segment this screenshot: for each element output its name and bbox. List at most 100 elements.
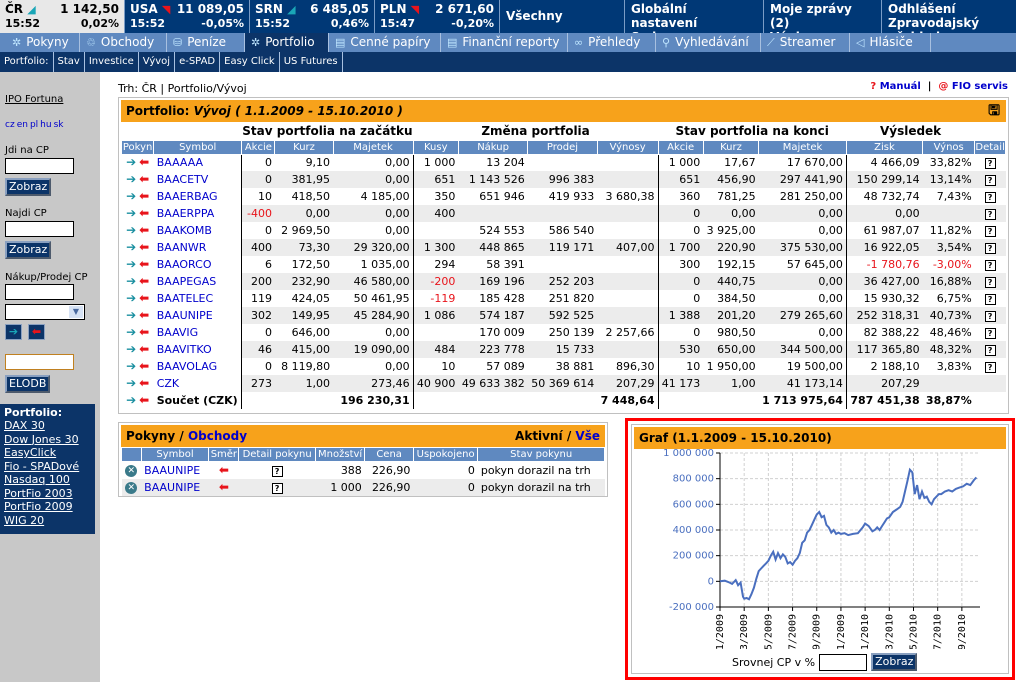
sell-icon[interactable]: ⬅: [138, 190, 151, 202]
sell-button[interactable]: ⬅: [28, 324, 45, 340]
symbol-link[interactable]: BAAUNIPE: [144, 464, 200, 477]
ticker-srn[interactable]: SRN ◢ 6 485,05 15:52 0,46%: [250, 0, 375, 33]
buy-icon[interactable]: ➔: [125, 190, 138, 202]
detail-icon[interactable]: ?: [984, 294, 996, 305]
find-show-button[interactable]: Zobraz: [5, 241, 52, 259]
symbol-link[interactable]: BAANWR: [157, 241, 207, 254]
symbol-link[interactable]: BAATELEC: [157, 292, 213, 305]
export-icon[interactable]: 🖫: [988, 100, 1000, 122]
nav-tab-prehledy[interactable]: ∞ Přehledy: [568, 33, 656, 52]
symbol-link[interactable]: BAAORCO: [157, 258, 212, 271]
lang-pl[interactable]: pl: [30, 120, 38, 130]
symbol-link[interactable]: BAAVIG: [157, 326, 199, 339]
sell-icon[interactable]: ⬅: [138, 258, 151, 270]
trades-link[interactable]: Obchody: [188, 429, 247, 443]
lang-hu[interactable]: hu: [40, 120, 51, 130]
nav-tab-hlasice[interactable]: ◁ Hlásiče: [850, 33, 931, 52]
detail-icon[interactable]: ?: [984, 243, 996, 254]
sell-icon[interactable]: ⬅: [138, 394, 151, 406]
detail-icon[interactable]: ?: [984, 158, 996, 170]
symbol-link[interactable]: BAAVITKO: [157, 343, 212, 356]
sub-tab-stav[interactable]: Stav: [54, 52, 85, 72]
sell-icon[interactable]: ⬅: [138, 173, 151, 185]
nav-tab-penize[interactable]: ⛁ Peníze: [167, 33, 245, 52]
symbol-link[interactable]: BAAUNIPE: [157, 309, 213, 322]
nav-tab-streamer[interactable]: ⟋ Streamer: [761, 33, 850, 52]
symbol-link[interactable]: BAAUNIPE: [144, 481, 200, 494]
cancel-order-icon[interactable]: ✕: [125, 482, 138, 494]
buy-icon[interactable]: ➔: [125, 309, 138, 321]
detail-icon[interactable]: ?: [984, 362, 996, 373]
sell-icon[interactable]: ⬅: [138, 292, 151, 304]
buy-button[interactable]: ➔: [5, 324, 22, 340]
nav-tab-financni-reporty[interactable]: ▤ Finanční reporty: [441, 33, 568, 52]
manual-link[interactable]: Manuál: [880, 81, 921, 92]
portfolio-link[interactable]: Nasdaq 100: [4, 473, 91, 487]
sell-icon[interactable]: ⬅: [138, 343, 151, 355]
goto-input[interactable]: [5, 158, 74, 174]
detail-icon[interactable]: ?: [984, 192, 996, 203]
sub-tab-easy-click[interactable]: Easy Click: [220, 52, 280, 72]
sell-icon[interactable]: ⬅: [138, 326, 151, 338]
buy-icon[interactable]: ➔: [125, 241, 138, 253]
nav-tab-pokyny[interactable]: ✲ Pokyny: [0, 33, 80, 52]
compare-show-button[interactable]: Zobraz: [871, 653, 918, 671]
detail-icon[interactable]: ?: [984, 209, 996, 220]
active-filter[interactable]: Aktivní: [515, 429, 563, 443]
symbol-link[interactable]: BAAERPPA: [157, 207, 215, 220]
portfolio-link[interactable]: WIG 20: [4, 514, 91, 528]
sub-tab-vyvoj[interactable]: Vývoj: [139, 52, 176, 72]
detail-icon[interactable]: ?: [271, 465, 283, 477]
buy-icon[interactable]: ➔: [125, 377, 138, 389]
symbol-link[interactable]: BAAERBAG: [157, 190, 218, 203]
all-filter-link[interactable]: Vše: [575, 429, 600, 443]
menu-global-settings[interactable]: Globální nastavení: [631, 2, 757, 30]
buy-icon[interactable]: ➔: [125, 224, 138, 236]
portfolio-link[interactable]: EasyClick: [4, 446, 91, 460]
buy-icon[interactable]: ➔: [125, 207, 138, 219]
detail-icon[interactable]: ?: [271, 482, 283, 494]
sell-icon[interactable]: ⬅: [138, 241, 151, 253]
lang-en[interactable]: en: [17, 120, 28, 130]
goto-show-button[interactable]: Zobraz: [5, 178, 52, 196]
nav-tab-cenne-papiry[interactable]: ▤ Cenné papíry: [329, 33, 441, 52]
trade-select[interactable]: ▼: [5, 304, 85, 320]
buy-icon[interactable]: ➔: [125, 326, 138, 338]
ipo-fortuna-link[interactable]: IPO Fortuna: [5, 94, 63, 105]
sell-icon[interactable]: ⬅: [138, 156, 151, 168]
sell-icon[interactable]: ⬅: [138, 377, 151, 389]
lang-sk[interactable]: sk: [54, 120, 64, 130]
elodb-button[interactable]: ELODB: [5, 375, 51, 393]
find-input[interactable]: [5, 221, 74, 237]
symbol-link[interactable]: BAAKOMB: [157, 224, 212, 237]
buy-icon[interactable]: ➔: [125, 258, 138, 270]
fio-service-link[interactable]: FIO servis: [952, 81, 1008, 92]
detail-icon[interactable]: ?: [984, 328, 996, 339]
portfolio-link[interactable]: DAX 30: [4, 419, 91, 433]
compare-input[interactable]: [819, 653, 868, 671]
sell-icon[interactable]: ⬅: [138, 360, 151, 372]
symbol-link[interactable]: BAACETV: [157, 173, 209, 186]
nav-tab-portfolio[interactable]: ✲ Portfolio: [245, 33, 329, 52]
menu-logout[interactable]: Odhlášení: [888, 2, 1010, 16]
menu-all[interactable]: Všechny: [500, 0, 625, 33]
sell-icon[interactable]: ⬅: [138, 224, 151, 236]
sub-tab-espad[interactable]: e-SPAD: [175, 52, 221, 72]
detail-icon[interactable]: ?: [984, 277, 996, 288]
detail-icon[interactable]: ?: [984, 260, 996, 271]
buy-icon[interactable]: ➔: [125, 156, 138, 168]
sub-tab-us-futures[interactable]: US Futures: [280, 52, 343, 72]
elodb-input[interactable]: [5, 354, 74, 370]
detail-icon[interactable]: ?: [984, 175, 996, 186]
detail-icon[interactable]: ?: [984, 345, 996, 356]
nav-tab-vyhledavani[interactable]: ⚲ Vyhledávání: [656, 33, 761, 52]
portfolio-link[interactable]: PortFio 2009: [4, 500, 91, 514]
nav-tab-obchody[interactable]: ♲ Obchody: [80, 33, 167, 52]
buy-icon[interactable]: ➔: [125, 292, 138, 304]
buy-icon[interactable]: ➔: [125, 360, 138, 372]
cancel-order-icon[interactable]: ✕: [125, 465, 138, 478]
detail-icon[interactable]: ?: [984, 226, 996, 237]
sell-icon[interactable]: ⬅: [138, 207, 151, 219]
detail-icon[interactable]: ?: [984, 311, 996, 322]
symbol-link[interactable]: BAAPEGAS: [157, 275, 217, 288]
